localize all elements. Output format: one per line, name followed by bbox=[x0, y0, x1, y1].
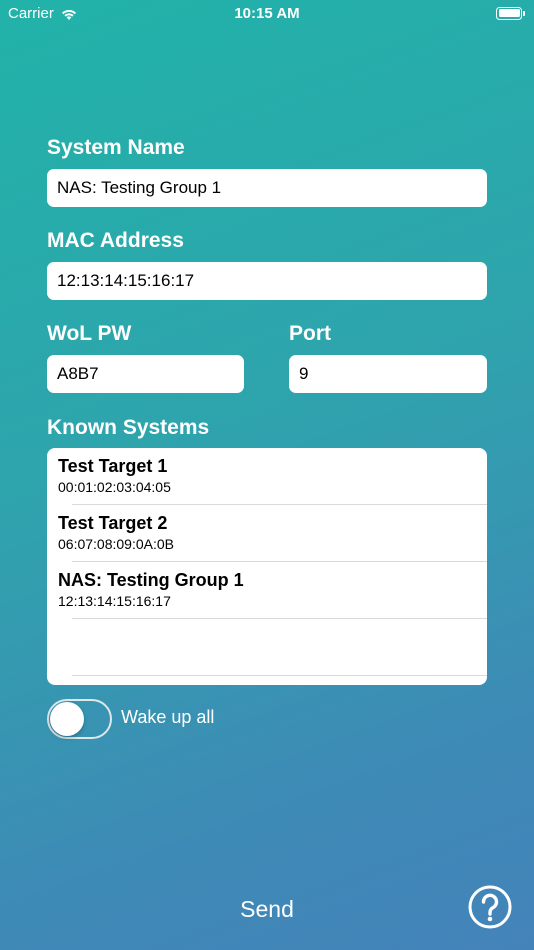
wol-pw-label: WoL PW bbox=[47, 322, 132, 345]
port-label: Port bbox=[289, 322, 331, 345]
wake-all-label: Wake up all bbox=[121, 707, 215, 727]
toggle-knob bbox=[50, 702, 84, 736]
system-mac: 00:01:02:03:04:05 bbox=[58, 479, 171, 495]
system-name: NAS: Testing Group 1 bbox=[58, 570, 244, 590]
mac-address-label: MAC Address bbox=[47, 229, 184, 252]
battery-icon bbox=[496, 6, 526, 20]
known-systems-list[interactable]: Test Target 1 00:01:02:03:04:05 Test Tar… bbox=[47, 448, 487, 685]
mac-address-field[interactable] bbox=[47, 262, 487, 300]
wol-pw-field[interactable] bbox=[47, 355, 244, 393]
send-button[interactable]: Send bbox=[0, 896, 534, 923]
list-item[interactable]: NAS: Testing Group 1 12:13:14:15:16:17 bbox=[47, 562, 487, 619]
system-name: Test Target 2 bbox=[58, 513, 168, 533]
port-field[interactable] bbox=[289, 355, 487, 393]
help-icon[interactable] bbox=[468, 885, 512, 929]
status-time: 10:15 AM bbox=[234, 5, 300, 22]
system-name: Test Target 1 bbox=[58, 456, 168, 476]
list-item[interactable]: Test Target 1 00:01:02:03:04:05 bbox=[47, 448, 487, 505]
wake-all-toggle[interactable] bbox=[47, 699, 112, 739]
system-mac: 06:07:08:09:0A:0B bbox=[58, 536, 174, 552]
known-systems-label: Known Systems bbox=[47, 416, 210, 439]
system-name-field[interactable] bbox=[47, 169, 487, 207]
system-name-label: System Name bbox=[47, 136, 185, 159]
status-bar: Carrier 10:15 AM bbox=[0, 0, 534, 28]
system-mac: 12:13:14:15:16:17 bbox=[58, 593, 171, 609]
empty-list-row bbox=[47, 619, 487, 676]
list-item[interactable]: Test Target 2 06:07:08:09:0A:0B bbox=[47, 505, 487, 562]
